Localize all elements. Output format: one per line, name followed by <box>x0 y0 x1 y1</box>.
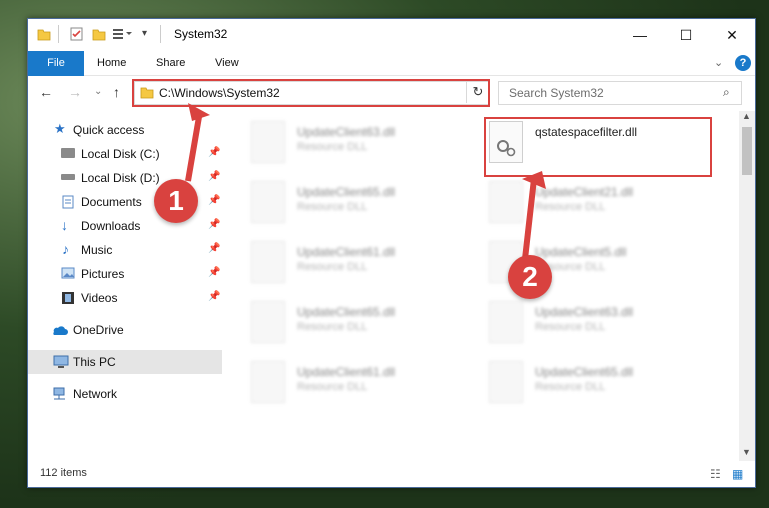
callout-arrows <box>185 103 546 260</box>
callout-1: 1 <box>154 179 198 223</box>
file-explorer-window: ▾ System32 — ☐ ✕ File Home Share View ⌄ … <box>27 18 756 488</box>
callout-2: 2 <box>508 255 552 299</box>
